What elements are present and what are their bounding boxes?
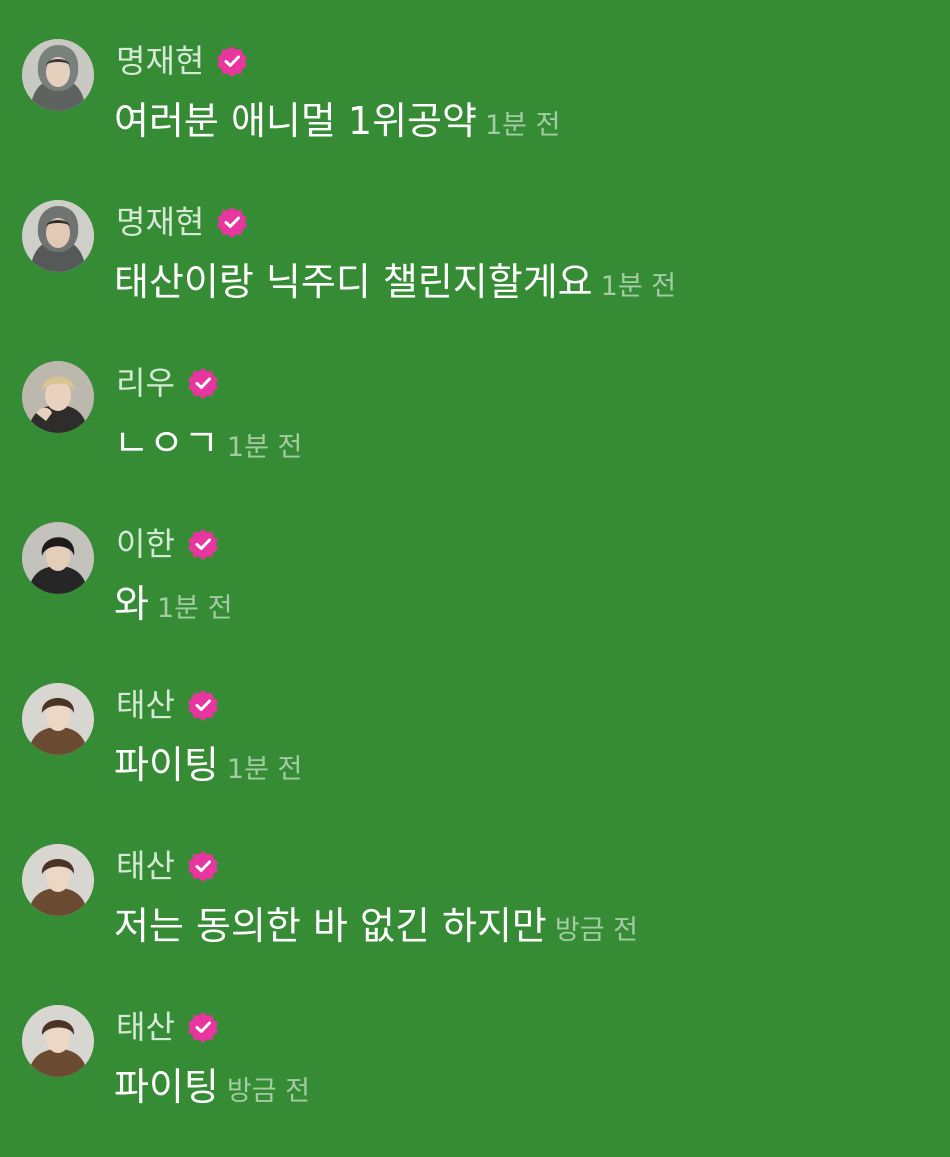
avatar[interactable] xyxy=(22,522,94,594)
message-timestamp: 1분 전 xyxy=(226,432,303,463)
chat-message: 태산 저는 동의한 바 없긴 하지만 방금 전 xyxy=(0,844,950,984)
chat-message: 태산 파이팅 1분 전 xyxy=(0,683,950,823)
message-timestamp: 1분 전 xyxy=(484,110,561,141)
chat-message: 리우 ㄴㅇㄱ 1분 전 xyxy=(0,361,950,501)
verified-badge-icon xyxy=(187,368,218,399)
message-text: 파이팅 xyxy=(114,1065,219,1109)
message-text: 와 xyxy=(114,582,149,626)
message-text: ㄴㅇㄱ xyxy=(114,421,219,465)
chat-message: 이한 와 1분 전 xyxy=(0,522,950,662)
avatar[interactable] xyxy=(22,1005,94,1077)
message-timestamp: 방금 전 xyxy=(226,1076,310,1107)
verified-badge-icon xyxy=(217,46,248,77)
message-timestamp: 방금 전 xyxy=(554,915,638,946)
avatar[interactable] xyxy=(22,39,94,111)
sender-name[interactable]: 태산 xyxy=(116,683,175,727)
sender-name[interactable]: 명재현 xyxy=(116,39,204,83)
sender-name[interactable]: 이한 xyxy=(116,522,175,566)
chat-message: 태산 파이팅 방금 전 xyxy=(0,1005,950,1145)
sender-name[interactable]: 태산 xyxy=(116,1005,175,1049)
verified-badge-icon xyxy=(187,690,218,721)
message-timestamp: 1분 전 xyxy=(226,754,303,785)
avatar[interactable] xyxy=(22,200,94,272)
message-timestamp: 1분 전 xyxy=(156,593,233,624)
message-text: 여러분 애니멀 1위공약 xyxy=(114,99,477,143)
chat-message: 명재현 여러분 애니멀 1위공약 1분 전 xyxy=(0,39,950,179)
chat-message: 명재현 태산이랑 닉주디 챌린지할게요 1분 전 xyxy=(0,200,950,340)
avatar[interactable] xyxy=(22,844,94,916)
verified-badge-icon xyxy=(187,529,218,560)
avatar[interactable] xyxy=(22,361,94,433)
message-text: 파이팅 xyxy=(114,743,219,787)
verified-badge-icon xyxy=(217,207,248,238)
message-text: 태산이랑 닉주디 챌린지할게요 xyxy=(114,260,593,304)
message-timestamp: 1분 전 xyxy=(600,271,677,302)
avatar[interactable] xyxy=(22,683,94,755)
verified-badge-icon xyxy=(187,851,218,882)
verified-badge-icon xyxy=(187,1012,218,1043)
sender-name[interactable]: 명재현 xyxy=(116,200,204,244)
chat-list: 명재현 여러분 애니멀 1위공약 1분 전 명재현 태산이랑 닉주디 챌린지할게… xyxy=(0,0,950,1157)
sender-name[interactable]: 태산 xyxy=(116,844,175,888)
message-text: 저는 동의한 바 없긴 하지만 xyxy=(114,904,547,948)
sender-name[interactable]: 리우 xyxy=(116,361,175,405)
